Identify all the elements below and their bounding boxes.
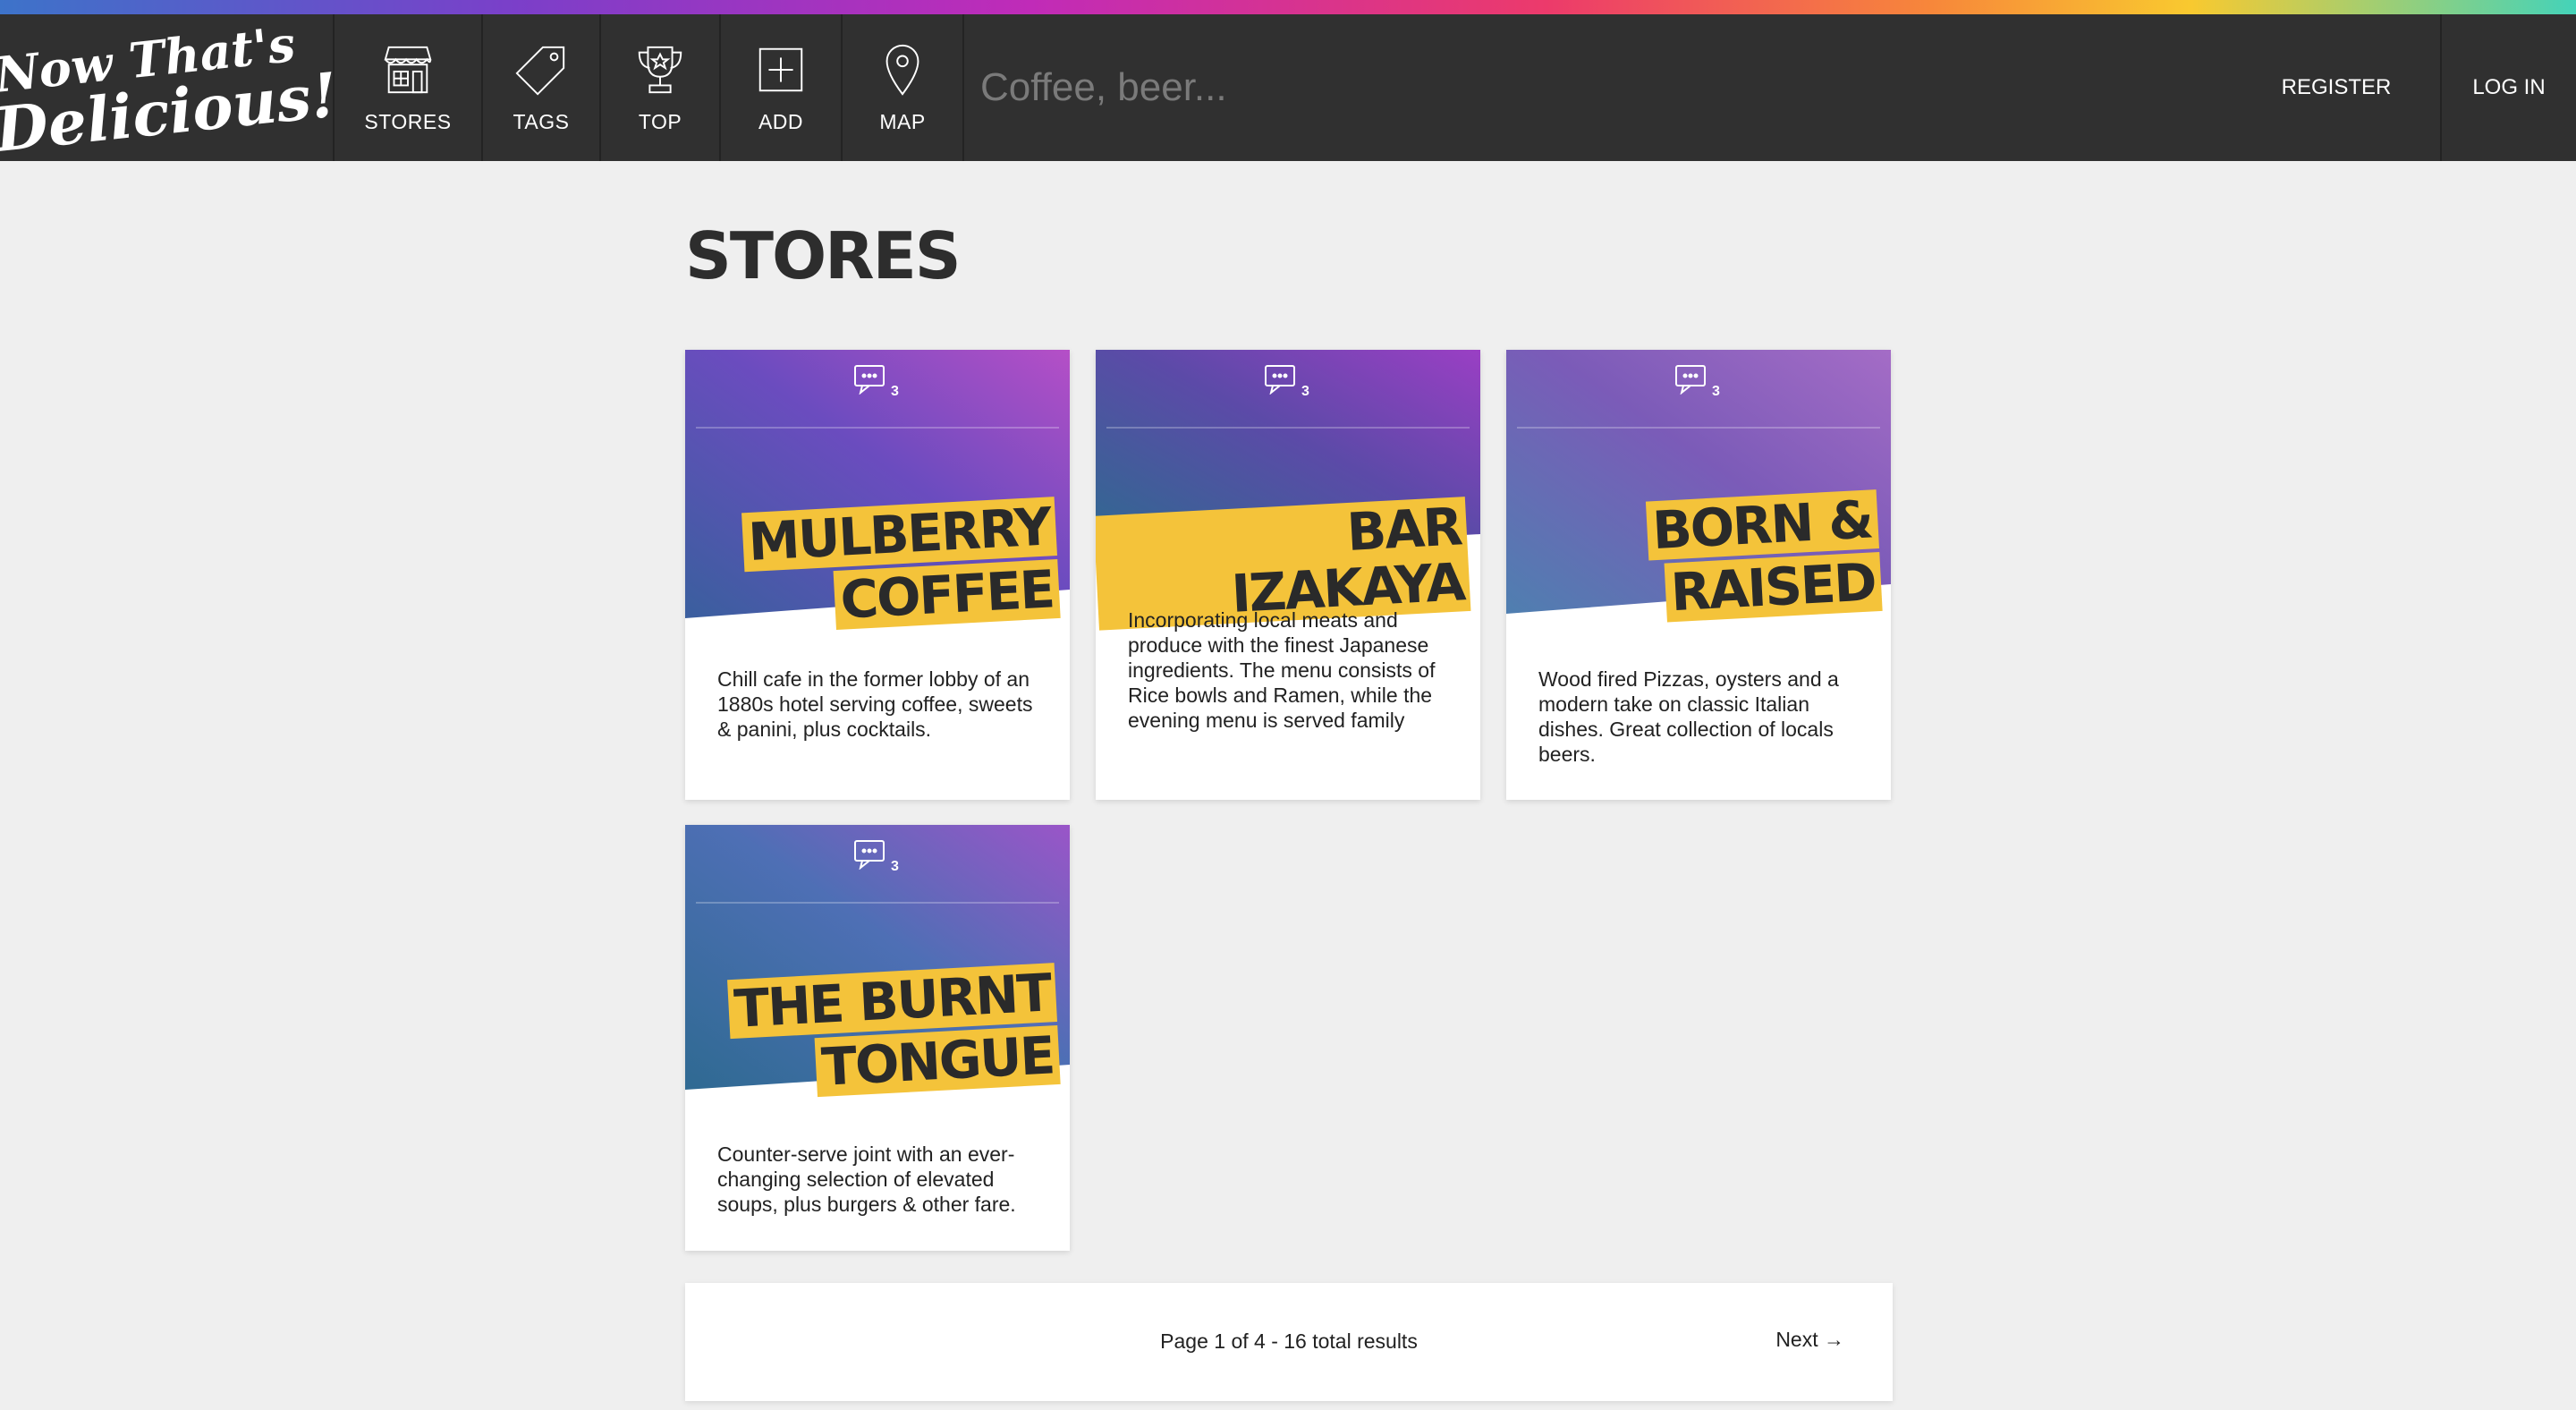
comment-count: 3 [891, 384, 899, 399]
store-card[interactable]: 3 THE BURNT TONGUE Counter-serve joint w… [685, 825, 1070, 1251]
logo[interactable]: Now That's Delicious! [0, 14, 341, 166]
comment-icon [854, 840, 885, 870]
store-hero[interactable]: 3 MULBERRY COFFEE [685, 350, 1070, 631]
rainbow-bar [0, 0, 2576, 14]
comment-icon [1265, 365, 1295, 395]
nav-label: TAGS [513, 109, 570, 133]
store-title-line: BORN & [1645, 488, 1878, 561]
store-title-line: COFFEE [834, 558, 1061, 631]
logo-text: Now That's Delicious! [0, 15, 341, 166]
divider [696, 427, 1059, 429]
store-description: Incorporating local meats and produce wi… [1128, 608, 1436, 732]
comment-count: 3 [891, 859, 899, 874]
pagination-info: Page 1 of 4 - 16 total results [1160, 1329, 1418, 1353]
nav-stores[interactable]: STORES [335, 14, 483, 161]
divider [1106, 427, 1470, 429]
register-link[interactable]: REGISTER [2268, 14, 2404, 161]
store-card[interactable]: 3 BORN & RAISED Wood fired Pizzas, oyste… [1506, 350, 1891, 800]
divider [696, 902, 1059, 904]
nav-label: STORES [364, 109, 452, 133]
store-hero[interactable]: 3 THE BURNT TONGUE [685, 825, 1070, 1098]
store-description: Wood fired Pizzas, oysters and a modern … [1538, 667, 1839, 766]
comment-icon [1675, 365, 1706, 395]
nav-add[interactable]: ADD [721, 14, 843, 161]
store-title[interactable]: THE BURNT TONGUE [727, 959, 1061, 1101]
nav-label: MAP [879, 109, 926, 133]
nav-label: ADD [758, 109, 804, 133]
comment-icon [854, 365, 885, 395]
nav-label: TOP [638, 109, 682, 133]
page-header: STORES [685, 220, 1893, 292]
nav-map[interactable]: MAP [843, 14, 964, 161]
page-title: STORES [685, 218, 962, 293]
divider [1517, 427, 1880, 429]
search-area [964, 14, 2268, 161]
login-link[interactable]: LOG IN [2440, 14, 2576, 161]
store-description: Counter-serve joint with an ever-changin… [717, 1142, 1016, 1216]
trophy-icon [638, 46, 682, 93]
store-card[interactable]: 3 BAR IZAKAYA Incorporating local meats … [1096, 350, 1480, 800]
map-pin-icon [886, 44, 919, 96]
tag-icon [515, 46, 565, 95]
search-input[interactable] [979, 64, 1787, 111]
store-card[interactable]: 3 MULBERRY COFFEE Chill cafe in the form… [685, 350, 1070, 800]
add-icon [758, 47, 803, 91]
comment-count: 3 [1712, 384, 1720, 399]
nav-top[interactable]: TOP [601, 14, 721, 161]
store-title[interactable]: MULBERRY COFFEE [741, 493, 1061, 634]
store-description: Chill cafe in the former lobby of an 188… [717, 667, 1033, 741]
store-title[interactable]: BORN & RAISED [1645, 486, 1882, 623]
store-title-line: TONGUE [814, 1024, 1061, 1098]
pagination: Page 1 of 4 - 16 total results Next → [685, 1283, 1893, 1401]
comment-count: 3 [1301, 384, 1309, 399]
nav-tags[interactable]: TAGS [483, 14, 601, 161]
store-icon [384, 46, 432, 93]
top-navbar: Now That's Delicious! STORES TAGS TOP AD… [0, 14, 2576, 166]
store-hero[interactable]: 3 BAR IZAKAYA [1096, 350, 1480, 631]
next-page-link[interactable]: Next → [1775, 1328, 1844, 1352]
store-title-line: RAISED [1663, 551, 1882, 623]
store-hero[interactable]: 3 BORN & RAISED [1506, 350, 1891, 623]
